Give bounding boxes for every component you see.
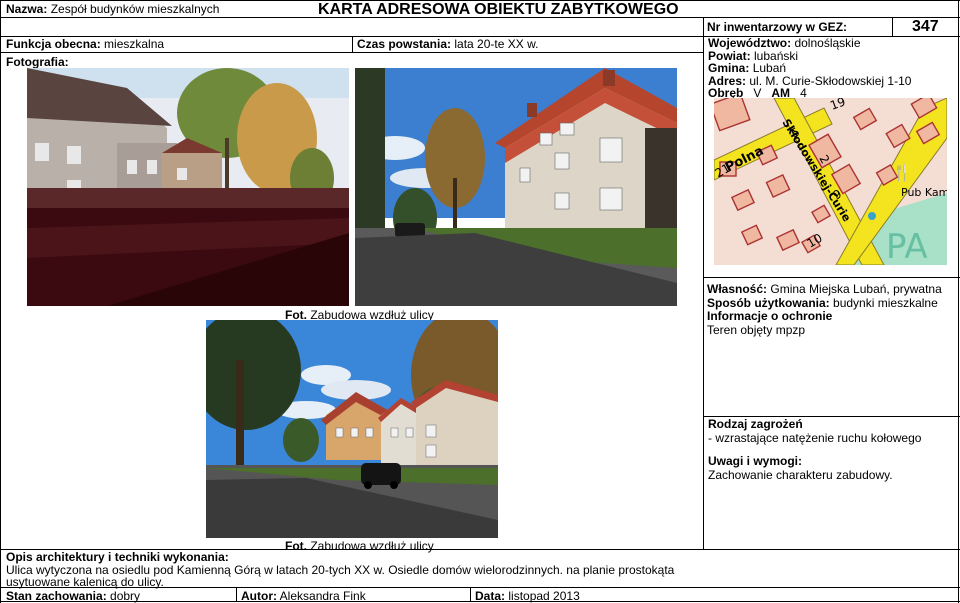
border-left [0, 0, 1, 603]
inv-divider [892, 17, 893, 36]
uwagi-label: Uwagi i wymogi: [708, 454, 803, 468]
woj-value: dolnośląskie [794, 36, 861, 50]
data-label: Data: [475, 589, 506, 603]
map-fork-icon: 🍴 [892, 163, 912, 182]
photo-2-scene [355, 68, 677, 306]
czas-field: Czas powstania: lata 20-te XX w. [357, 37, 538, 51]
funkcja-value: mieszkalna [104, 37, 165, 51]
location-block: Województwo: dolnośląskie Powiat: lubańs… [708, 37, 911, 100]
footer-div-1 [236, 587, 237, 602]
czas-bottom [0, 52, 703, 53]
info-top [703, 277, 960, 278]
photo-2 [355, 68, 677, 306]
wlasnosc-label: Własność: [707, 282, 768, 296]
czas-value: lata 20-te XX w. [454, 37, 539, 51]
zagrozenia-label: Rodzaj zagrożeń [708, 417, 803, 431]
fotografia-label: Fotografia: [6, 55, 69, 69]
funkcja-label: Funkcja obecna: [6, 37, 101, 51]
location-map: Polna Skłodowskiej-Curie 19 5 21 2 9 10 … [714, 98, 947, 265]
funkcja-field: Funkcja obecna: mieszkalna [6, 37, 164, 51]
czas-label: Czas powstania: [357, 37, 452, 51]
nazwa-value: Zespół budynków mieszkalnych [50, 2, 220, 16]
col-divider [703, 17, 704, 549]
zagrozenia-value: - wzrastające natężenie ruchu kołowego [708, 431, 922, 445]
photo-3-scene [206, 320, 498, 538]
stan-label: Stan zachowania: [6, 589, 107, 603]
wlasnosc-value: Gmina Miejska Lubań, prywatna [770, 282, 942, 296]
map-poi-marker-icon [868, 212, 876, 220]
inv-value: 347 [912, 18, 939, 35]
ochrona-value: Teren objęty mpzp [707, 322, 806, 337]
uwagi-value: Zachowanie charakteru zabudowy. [708, 468, 893, 482]
wlasnosc-line: Własność: Gmina Miejska Lubań, prywatna [707, 282, 942, 297]
photo-1-scene [27, 68, 349, 306]
opis-label: Opis architektury i techniki wykonania: [6, 550, 229, 564]
sposob-value: budynki mieszkalne [833, 295, 938, 310]
info-block: Własność: Gmina Miejska Lubań, prywatna … [707, 282, 942, 337]
map-area-label: PA [886, 227, 928, 265]
nazwa-label: Nazwa: [6, 2, 48, 16]
data-value: listopad 2013 [508, 589, 580, 603]
autor-label: Autor: [241, 589, 277, 603]
opis-text: Ulica wytyczona na osiedlu pod Kamienną … [6, 562, 675, 589]
opis-block: Opis architektury i techniki wykonania: … [6, 551, 686, 589]
autor-value: Aleksandra Fink [279, 589, 366, 603]
czas-divider [352, 36, 353, 52]
zagrozenia-block: Rodzaj zagrożeń - wzrastające natężenie … [708, 417, 921, 445]
sposob-label: Sposób użytkowania: [707, 295, 830, 310]
map-poi-label: Pub Kamienna [901, 186, 947, 199]
photo-3 [206, 320, 498, 538]
page-title: KARTA ADRESOWA OBIEKTU ZABYTKOWEGO [318, 1, 679, 18]
photo-1 [27, 68, 349, 306]
border-right [958, 0, 959, 603]
stan-value: dobry [110, 589, 141, 603]
ochrona-label: Informacje o ochronie [707, 309, 833, 323]
nazwa-field: Nazwa: Zespół budynków mieszkalnych [6, 2, 219, 16]
map-svg: Polna Skłodowskiej-Curie 19 5 21 2 9 10 … [714, 98, 947, 265]
inv-label-text: Nr inwentarzowy w GEZ: [707, 20, 848, 34]
footer-div-2 [470, 587, 471, 602]
uwagi-block: Uwagi i wymogi: Zachowanie charakteru za… [708, 454, 893, 482]
stan-field: Stan zachowania: dobry [6, 589, 140, 603]
autor-field: Autor: Aleksandra Fink [241, 589, 366, 603]
sposob-line: Sposób użytkowania: budynki mieszkalne [707, 295, 942, 311]
inv-label: Nr inwentarzowy w GEZ: [707, 20, 847, 34]
data-field: Data: listopad 2013 [475, 589, 580, 603]
